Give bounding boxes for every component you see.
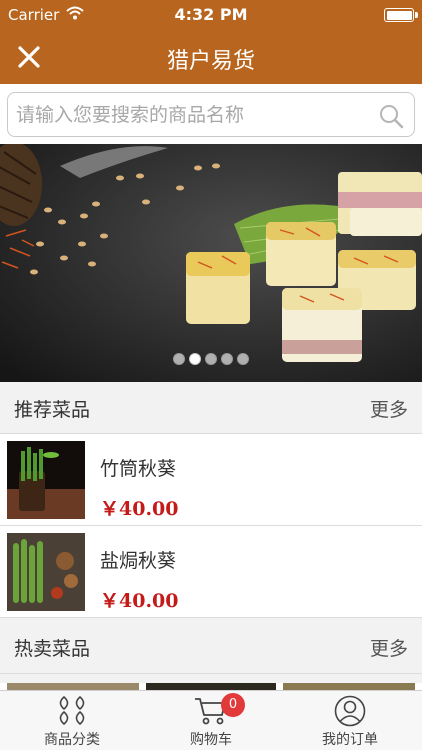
section-title: 热卖菜品 bbox=[14, 638, 91, 660]
category-icon bbox=[59, 695, 85, 726]
search-input[interactable] bbox=[16, 93, 376, 136]
product-name: 竹筒秋葵 bbox=[100, 458, 177, 480]
status-bar: Carrier 4:32 PM bbox=[0, 0, 422, 30]
carousel-dot[interactable] bbox=[221, 353, 233, 365]
product-thumbnail bbox=[7, 441, 85, 519]
product-price: ￥40.00 bbox=[100, 498, 179, 520]
tab-label: 商品分类 bbox=[44, 732, 100, 748]
carousel-dot[interactable] bbox=[237, 353, 249, 365]
tab-bar: 商品分类 0 购物车 我的订单 bbox=[0, 690, 422, 750]
search-area bbox=[0, 84, 422, 144]
search-icon[interactable] bbox=[378, 103, 404, 129]
more-link[interactable]: 更多 bbox=[370, 395, 408, 422]
more-link[interactable]: 更多 bbox=[370, 634, 408, 661]
tab-cart[interactable]: 0 购物车 bbox=[141, 691, 281, 750]
hot-header: 热卖菜品 更多 bbox=[0, 618, 422, 674]
product-item[interactable]: 盐焗秋葵 ￥40.00 bbox=[0, 526, 422, 618]
carousel-dot[interactable] bbox=[205, 353, 217, 365]
tab-orders[interactable]: 我的订单 bbox=[280, 691, 420, 750]
search-box bbox=[7, 92, 415, 137]
section-title: 推荐菜品 bbox=[14, 399, 91, 421]
recommended-header: 推荐菜品 更多 bbox=[0, 382, 422, 434]
product-price: ￥40.00 bbox=[100, 590, 179, 612]
carousel-dots bbox=[0, 350, 422, 369]
product-item[interactable]: 竹筒秋葵 ￥40.00 bbox=[0, 434, 422, 526]
carousel-dot-active[interactable] bbox=[189, 353, 201, 365]
banner-carousel[interactable] bbox=[0, 144, 422, 382]
carousel-dot[interactable] bbox=[173, 353, 185, 365]
product-thumbnail bbox=[7, 533, 85, 611]
cart-badge: 0 bbox=[221, 693, 245, 717]
battery-icon bbox=[384, 8, 418, 22]
nav-bar: 猎户易货 bbox=[0, 30, 422, 84]
tab-label: 购物车 bbox=[190, 732, 232, 748]
clock: 4:32 PM bbox=[174, 5, 248, 24]
banner-image bbox=[0, 144, 422, 382]
tab-label: 我的订单 bbox=[322, 732, 378, 748]
product-name: 盐焗秋葵 bbox=[100, 550, 177, 572]
user-icon bbox=[334, 695, 366, 727]
page-title: 猎户易货 bbox=[166, 49, 255, 74]
tab-category[interactable]: 商品分类 bbox=[2, 691, 142, 750]
